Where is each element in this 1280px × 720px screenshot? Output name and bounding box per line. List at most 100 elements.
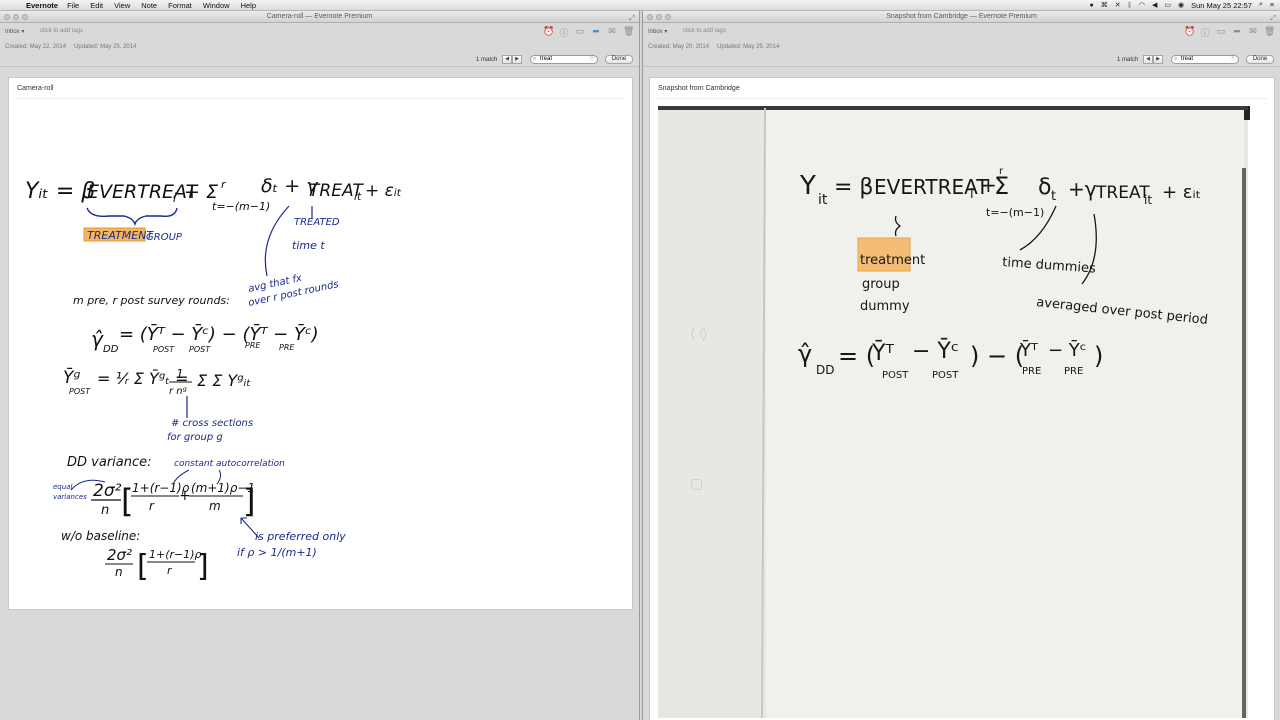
next-match-button[interactable]: ▶ [1153, 55, 1163, 64]
var-den-2: m [209, 499, 221, 513]
title-bar[interactable]: Camera-roll — Evernote Premium ⤢ [0, 11, 639, 23]
wo-den: r [167, 564, 173, 577]
find-input[interactable]: ⌕ treat ⓧ [1171, 55, 1239, 64]
tags-field[interactable]: click to add tags [683, 28, 726, 34]
spotlight-icon[interactable]: ⌕ [1259, 1, 1263, 9]
minimize-button[interactable] [656, 14, 662, 20]
menu-note[interactable]: Note [141, 1, 157, 10]
eq1-evertreat: EVERTREAT [87, 181, 199, 203]
photo-dd-post-1: POST [882, 370, 909, 381]
updated-date: Updated: May 25, 2014 [717, 44, 780, 50]
photo-eq1-lower: t=−(m−1) [986, 206, 1044, 219]
notebook-label: Inbox [5, 29, 20, 35]
user-icon[interactable]: ◉ [1178, 1, 1184, 9]
menu-edit[interactable]: Edit [90, 1, 103, 10]
previous-match-button[interactable]: ◀ [502, 55, 512, 64]
notebook-selector[interactable]: Inbox ▾ [648, 28, 667, 35]
created-date: Created: May 20, 2014 [648, 44, 710, 50]
group-brace [86, 207, 178, 227]
menu-view[interactable]: View [114, 1, 130, 10]
menu-format[interactable]: Format [168, 1, 192, 10]
close-button[interactable] [647, 14, 653, 20]
notebook-photo: ⟨ ◊ ▢ Y it = β EVERTREAT i + Σ r t=−(m−1… [658, 106, 1250, 718]
handwritten-ink-note: Yᵢₜ = β EVERTREAT i + Σ r t=−(m−1) δₜ + … [25, 175, 402, 584]
minimize-button[interactable] [13, 14, 19, 20]
ybar-frac-den: r nᵍ [169, 386, 187, 397]
info-icon[interactable]: ⓘ [559, 26, 569, 39]
photo-top-edge [658, 106, 1248, 110]
tags-field[interactable]: click to add tags [40, 28, 83, 34]
note-metadata: Created: May 20, 2014 Updated: May 25, 20… [643, 41, 1280, 53]
eq1-lower: t=−(m−1) [212, 200, 270, 213]
group-word: GROUP [146, 232, 183, 243]
created-date: Created: May 22, 2014 [5, 44, 67, 50]
trash-icon[interactable]: 🗑 [1264, 26, 1275, 39]
clock[interactable]: Sun May 25 22:57 [1191, 1, 1252, 10]
x-icon[interactable]: ✕ [1115, 1, 1121, 9]
present-icon[interactable]: ▭ [575, 26, 585, 39]
photo-dd-gamma: γ̂ [798, 340, 812, 368]
preferred-note-2: if ρ > 1/(m+1) [237, 546, 317, 559]
chat-icon[interactable]: ✉ [1248, 26, 1258, 39]
wifi-icon[interactable]: ◠ [1139, 1, 1145, 9]
dd-pre-1: PRE [245, 341, 261, 350]
note-title[interactable]: Snapshot from Cambridge [658, 85, 740, 92]
eq1-upper: r [221, 178, 227, 191]
equal-note-1: equal [53, 483, 72, 491]
menu-bar: Evernote File Edit View Note Format Wind… [0, 0, 1280, 11]
find-query: treat [540, 56, 553, 62]
clear-search-icon[interactable]: ⓧ [1230, 56, 1236, 63]
wo-num: 1+(r−1)ρ [149, 548, 202, 561]
next-match-button[interactable]: ▶ [512, 55, 522, 64]
reminder-icon[interactable]: ⏰ [543, 26, 554, 39]
dd-pre-2: PRE [279, 343, 295, 352]
photo-dd-middle: ) − ( [970, 342, 1024, 370]
done-button[interactable]: Done [1246, 55, 1274, 64]
list-icon[interactable]: ≡ [1270, 2, 1274, 9]
battery-icon[interactable]: ▭ [1164, 1, 1171, 9]
chat-icon[interactable]: ✉ [607, 26, 617, 39]
notebook-selector[interactable]: Inbox ▾ [5, 28, 24, 35]
photo-dd-close: ) [1094, 342, 1103, 370]
photo-eq1-y: Y [799, 171, 816, 201]
app-menu[interactable]: Evernote [26, 1, 58, 10]
photo-eq1-beta: = β [834, 175, 873, 200]
volume-icon[interactable]: ◀ [1152, 1, 1157, 9]
info-icon[interactable]: ⓘ [1200, 26, 1210, 39]
photo-dd-pre-2: PRE [1064, 366, 1083, 377]
menu-window[interactable]: Window [203, 1, 230, 10]
cmd-icon[interactable]: ⌘ [1101, 1, 1108, 9]
window-title: Snapshot from Cambridge — Evernote Premi… [886, 13, 1037, 20]
menu-help[interactable]: Help [241, 1, 256, 10]
close-button[interactable] [4, 14, 10, 20]
share-icon[interactable]: ➦ [591, 26, 601, 39]
right-note-window: Snapshot from Cambridge — Evernote Premi… [642, 11, 1280, 720]
reminder-icon[interactable]: ⏰ [1184, 26, 1195, 39]
zoom-button[interactable] [22, 14, 28, 20]
record-icon[interactable]: ● [1090, 2, 1094, 9]
menu-file[interactable]: File [67, 1, 79, 10]
title-bar[interactable]: Snapshot from Cambridge — Evernote Premi… [643, 11, 1280, 23]
find-query: treat [1181, 56, 1194, 62]
present-icon[interactable]: ▭ [1216, 26, 1226, 39]
dd-estimator-body: = (Ȳᵀ − Ȳᶜ) − (Ȳᵀ − Ȳᶜ) [119, 323, 319, 345]
zoom-button[interactable] [665, 14, 671, 20]
ybar-rhs: Σ Σ Yᵍᵢₜ [197, 371, 252, 390]
bluetooth-icon[interactable]: ᛒ [1128, 2, 1132, 9]
done-button[interactable]: Done [605, 55, 633, 64]
find-input[interactable]: ⌕ treat ⓧ [530, 55, 598, 64]
photo-eq1-i: i [970, 187, 974, 202]
ybar-lhs: Ȳᵍ [63, 366, 80, 388]
match-count: 1 match [1117, 57, 1139, 63]
photo-eq1-delta: δ [1038, 175, 1051, 200]
window-controls [647, 14, 671, 20]
preferred-note-1: is preferred only [255, 530, 346, 543]
share-icon[interactable]: ➦ [1232, 26, 1242, 39]
photo-dd-yt-pre: Ȳᵀ [1019, 339, 1038, 361]
clear-search-icon[interactable]: ⓧ [589, 56, 595, 63]
var-2sigma: 2σ² [93, 481, 122, 501]
note-content[interactable]: Snapshot from Cambridge ⟨ ◊ ▢ Y it = β E… [649, 77, 1275, 720]
note-content[interactable]: Camera-roll Yᵢₜ = β EVERTREAT i + Σ r t=… [8, 77, 633, 610]
trash-icon[interactable]: 🗑 [623, 26, 634, 39]
previous-match-button[interactable]: ◀ [1143, 55, 1153, 64]
